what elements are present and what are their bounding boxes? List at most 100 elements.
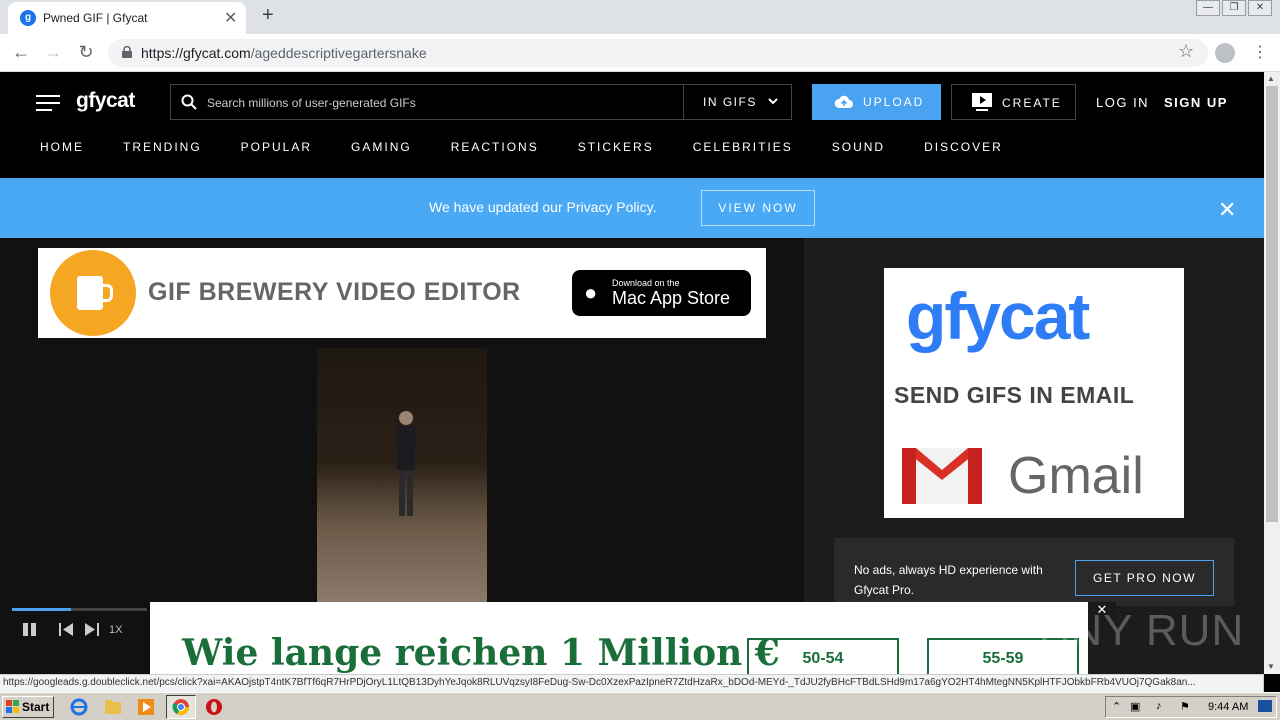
nav-item-trending[interactable]: TRENDING — [123, 140, 202, 154]
bookmark-star-icon[interactable]: ☆ — [1178, 41, 1194, 62]
tray-expand-icon[interactable]: ⌃ — [1112, 700, 1121, 713]
nav-item-sound[interactable]: SOUND — [832, 140, 885, 154]
start-label: Start — [22, 700, 50, 714]
store-big-text: Mac App Store — [612, 288, 731, 308]
video-person-figure — [397, 411, 415, 516]
volume-icon[interactable]: ♪ — [1156, 700, 1162, 712]
signup-link[interactable]: SIGN UP — [1164, 95, 1228, 110]
lock-icon — [122, 46, 132, 58]
privacy-banner-text: We have updated our Privacy Policy. — [429, 199, 657, 215]
bottom-ad-title: Wie lange reichen 1 Million € — [182, 632, 780, 674]
gif-video-player[interactable] — [317, 348, 487, 602]
pro-promo-text: No ads, always HD experience with Gfycat… — [854, 563, 1043, 597]
next-frame-icon[interactable] — [83, 622, 99, 637]
bottom-banner-ad[interactable]: Wie lange reichen 1 Million € 50-54 55-5… — [150, 602, 1088, 674]
chrome-taskbar-button[interactable] — [166, 695, 196, 719]
nav-item-gaming[interactable]: GAMING — [351, 140, 412, 154]
system-tray: ⌃ ▣ ♪ ⚑ 9:44 AM — [1105, 696, 1277, 718]
cloud-upload-icon — [834, 95, 853, 108]
windows-taskbar: Start ⌃ ▣ ♪ ⚑ 9:44 AM — [0, 692, 1280, 720]
anyrun-watermark: ANY RUN — [1040, 606, 1245, 655]
scroll-thumb[interactable] — [1266, 86, 1278, 522]
privacy-banner: We have updated our Privacy Policy. VIEW… — [0, 178, 1264, 238]
url-text: https://gfycat.com/ageddescriptivegarter… — [141, 45, 427, 61]
restore-icon[interactable]: ❐ — [1222, 0, 1246, 16]
browser-tab-strip: g Pwned GIF | Gfycat ✕ + — ❐ ✕ — [0, 0, 1280, 34]
nav-item-stickers[interactable]: STICKERS — [578, 140, 654, 154]
windows-logo-icon — [6, 700, 19, 713]
ad-title: GIF BREWERY VIDEO EDITOR — [148, 278, 521, 306]
create-video-icon — [972, 93, 992, 111]
ad-option-50-54[interactable]: 50-54 — [747, 638, 899, 674]
main-nav: HOME TRENDING POPULAR GAMING REACTIONS S… — [40, 140, 1042, 154]
search-filter-dropdown[interactable]: IN GIFS — [703, 95, 757, 109]
get-pro-button[interactable]: GET PRO NOW — [1075, 560, 1214, 596]
flag-icon[interactable]: ⚑ — [1180, 700, 1190, 713]
network-icon[interactable]: ▣ — [1130, 700, 1140, 713]
back-arrow-icon[interactable]: ← — [10, 42, 32, 63]
browser-toolbar: ← → ↻ https://gfycat.com/ageddescriptive… — [0, 34, 1280, 72]
search-input[interactable]: Search millions of user-generated GIFs — [207, 96, 416, 110]
nav-item-celebrities[interactable]: CELEBRITIES — [693, 140, 793, 154]
media-player-icon[interactable] — [137, 698, 155, 716]
create-button[interactable]: CREATE — [951, 84, 1076, 120]
page-scrollbar[interactable]: ▲ ▼ — [1264, 72, 1280, 674]
upload-label: UPLOAD — [863, 95, 925, 109]
close-window-icon[interactable]: ✕ — [1248, 0, 1272, 16]
close-icon[interactable]: ✕ — [1218, 197, 1236, 223]
search-icon — [181, 94, 197, 110]
chevron-down-icon[interactable] — [767, 95, 779, 107]
scroll-down-arrow-icon[interactable]: ▼ — [1267, 662, 1275, 671]
hamburger-menu-icon[interactable] — [36, 95, 60, 111]
video-progress-fill — [12, 608, 72, 611]
reload-icon[interactable]: ↻ — [75, 42, 97, 63]
folder-icon[interactable] — [104, 698, 122, 716]
site-header: gfycat Search millions of user-generated… — [0, 72, 1264, 178]
browser-tab[interactable]: g Pwned GIF | Gfycat ✕ — [8, 2, 246, 34]
gfycat-email-ad[interactable]: gfycat SEND GIFS IN EMAIL Gmail — [884, 268, 1184, 518]
nav-item-home[interactable]: HOME — [40, 140, 84, 154]
upload-button[interactable]: UPLOAD — [812, 84, 941, 120]
start-button[interactable]: Start — [2, 696, 54, 718]
nav-item-reactions[interactable]: REACTIONS — [451, 140, 539, 154]
opera-icon[interactable] — [205, 698, 223, 716]
nav-item-discover[interactable]: DISCOVER — [924, 140, 1003, 154]
gfycat-logo[interactable]: gfycat — [76, 89, 135, 113]
gmail-logo-icon — [902, 448, 982, 504]
new-tab-icon[interactable]: + — [262, 4, 274, 27]
beer-handle — [101, 284, 113, 302]
close-tab-icon[interactable]: ✕ — [224, 8, 237, 28]
ad-tagline: SEND GIFS IN EMAIL — [894, 382, 1135, 408]
scroll-up-arrow-icon[interactable]: ▲ — [1267, 74, 1275, 83]
minimize-icon[interactable]: — — [1196, 0, 1220, 16]
internet-explorer-icon[interactable] — [70, 698, 88, 716]
gfycat-favicon-icon: g — [20, 10, 36, 26]
browser-menu-icon[interactable]: ⋮ — [1252, 42, 1268, 62]
ad-gfycat-logo: gfycat — [906, 279, 1090, 353]
url-path: /ageddescriptivegartersnake — [250, 45, 427, 61]
previous-frame-icon[interactable] — [59, 622, 75, 637]
store-small-text: Download on the — [612, 278, 680, 288]
browser-status-bar: https://googleads.g.doubleclick.net/pcs/… — [0, 674, 1264, 692]
mac-app-store-button[interactable]: ● Download on the Mac App Store — [572, 270, 751, 316]
clock: 9:44 AM — [1208, 701, 1249, 713]
address-bar[interactable]: https://gfycat.com/ageddescriptivegarter… — [108, 39, 1208, 67]
gmail-wordmark: Gmail — [1008, 447, 1144, 505]
tab-title: Pwned GIF | Gfycat — [43, 11, 148, 25]
window-controls: — ❐ ✕ — [1196, 0, 1272, 20]
pause-icon[interactable] — [22, 622, 38, 637]
search-bar[interactable]: Search millions of user-generated GIFs I… — [170, 84, 792, 120]
profile-avatar-icon[interactable] — [1215, 43, 1235, 63]
nav-item-popular[interactable]: POPULAR — [241, 140, 312, 154]
create-label: CREATE — [1002, 96, 1062, 110]
beer-glass — [77, 276, 103, 310]
desktop-icon[interactable] — [1258, 700, 1272, 712]
gif-brewery-ad[interactable]: GIF BREWERY VIDEO EDITOR ● Download on t… — [38, 248, 766, 338]
playback-speed[interactable]: 1X — [109, 624, 122, 636]
url-domain: https://gfycat.com — [141, 45, 251, 61]
forward-arrow-icon[interactable]: → — [42, 42, 64, 63]
login-link[interactable]: LOG IN — [1096, 95, 1149, 110]
search-divider — [683, 85, 684, 119]
view-now-button[interactable]: VIEW NOW — [701, 190, 815, 226]
gfycat-pro-promo: No ads, always HD experience with Gfycat… — [834, 538, 1234, 606]
